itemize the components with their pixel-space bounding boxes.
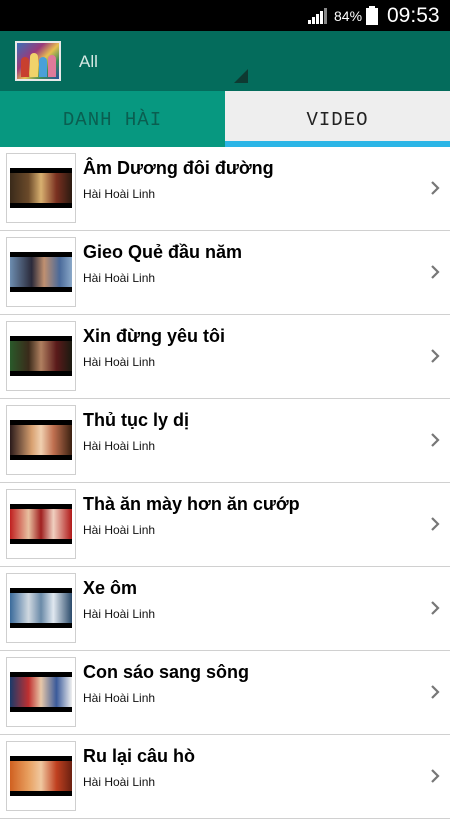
battery-icon — [366, 6, 378, 25]
video-title: Âm Dương đôi đường — [83, 158, 274, 178]
video-title: Xe ôm — [83, 578, 138, 598]
video-title: Thủ tục ly dị — [83, 410, 189, 430]
thumbnail — [6, 405, 76, 475]
tab-danh-hai[interactable]: DANH HÀI — [0, 91, 225, 147]
status-bar: 84% 09:53 — [0, 0, 450, 31]
app-bar: All — [0, 31, 450, 91]
list-item[interactable]: Xin đừng yêu tôi Hài Hoài Linh — [0, 315, 450, 399]
chevron-right-icon — [431, 769, 440, 783]
chevron-right-icon — [431, 685, 440, 699]
thumbnail — [6, 573, 76, 643]
chevron-right-icon — [431, 517, 440, 531]
video-artist: Hài Hoài Linh — [83, 271, 156, 285]
thumbnail — [6, 153, 76, 223]
thumbnail — [6, 237, 76, 307]
video-artist: Hài Hoài Linh — [83, 691, 156, 705]
thumbnail — [6, 741, 76, 811]
list-item[interactable]: Thà ăn mày hơn ăn cướp Hài Hoài Linh — [0, 483, 450, 567]
list-item[interactable]: Âm Dương đôi đường Hài Hoài Linh — [0, 147, 450, 231]
list-item[interactable]: Ru lại câu hò Hài Hoài Linh — [0, 735, 450, 819]
filter-spinner-value[interactable]: All — [79, 52, 98, 72]
video-artist: Hài Hoài Linh — [83, 523, 156, 537]
app-logo[interactable] — [15, 41, 61, 81]
signal-icon — [308, 8, 327, 24]
list-item[interactable]: Gieo Quẻ đầu năm Hài Hoài Linh — [0, 231, 450, 315]
clock: 09:53 — [387, 4, 440, 27]
chevron-right-icon — [431, 181, 440, 195]
list-item[interactable]: Thủ tục ly dị Hài Hoài Linh — [0, 399, 450, 483]
chevron-right-icon — [431, 433, 440, 447]
video-artist: Hài Hoài Linh — [83, 775, 156, 789]
thumbnail — [6, 657, 76, 727]
video-artist: Hài Hoài Linh — [83, 187, 156, 201]
battery-percent: 84% — [334, 8, 363, 24]
video-artist: Hài Hoài Linh — [83, 607, 156, 621]
video-artist: Hài Hoài Linh — [83, 355, 156, 369]
tab-bar: DANH HÀI VIDEO — [0, 91, 450, 147]
tab-video[interactable]: VIDEO — [225, 91, 450, 147]
list-item[interactable]: Xe ôm Hài Hoài Linh — [0, 567, 450, 651]
chevron-right-icon — [431, 349, 440, 363]
chevron-right-icon — [431, 601, 440, 615]
thumbnail — [6, 489, 76, 559]
chevron-right-icon — [431, 265, 440, 279]
list-item[interactable]: Con sáo sang sông Hài Hoài Linh — [0, 651, 450, 735]
dropdown-arrow-icon[interactable] — [234, 69, 248, 83]
video-title: Thà ăn mày hơn ăn cướp — [83, 494, 300, 514]
video-title: Ru lại câu hò — [83, 746, 196, 766]
video-title: Xin đừng yêu tôi — [83, 326, 226, 346]
thumbnail — [6, 321, 76, 391]
video-title: Con sáo sang sông — [83, 662, 250, 682]
video-title: Gieo Quẻ đầu năm — [83, 242, 243, 262]
video-artist: Hài Hoài Linh — [83, 439, 156, 453]
